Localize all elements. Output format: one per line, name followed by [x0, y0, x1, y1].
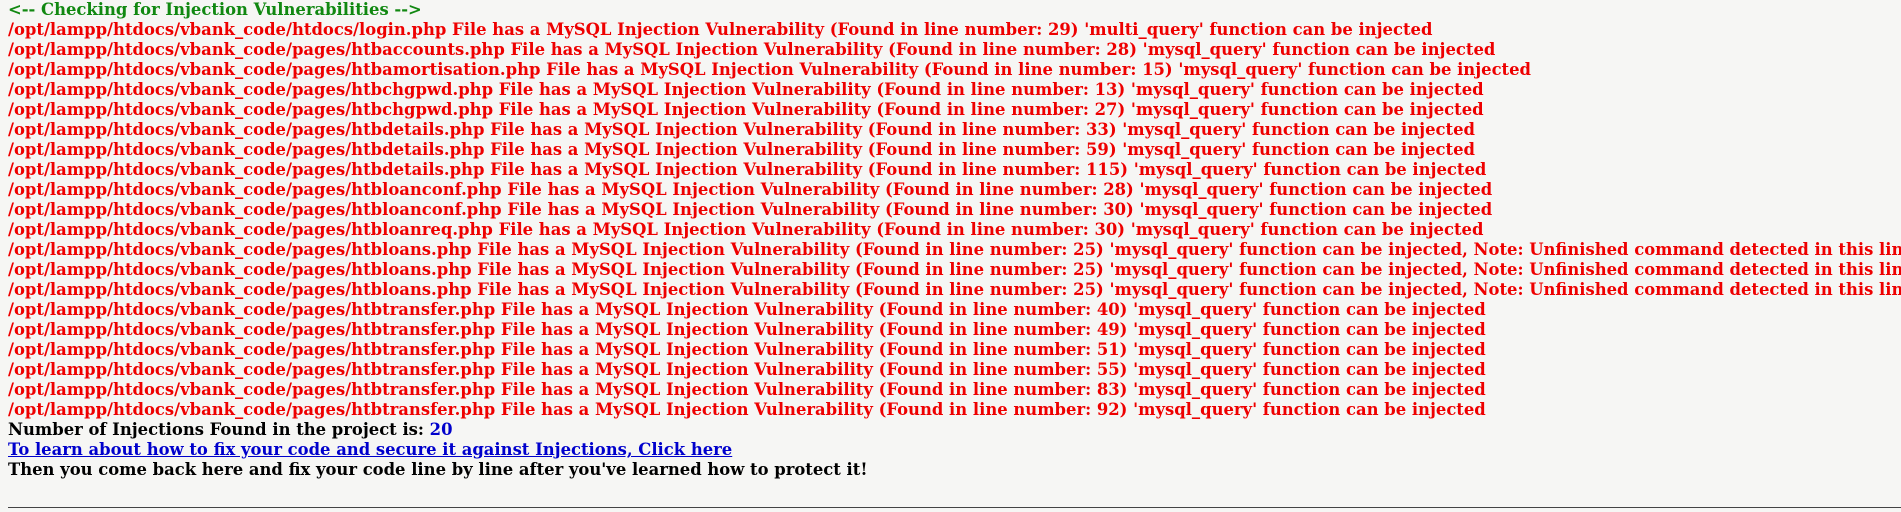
finding-line: /opt/lampp/htdocs/vbank_code/pages/htbtr… [8, 300, 1486, 319]
finding-line: /opt/lampp/htdocs/vbank_code/pages/htbtr… [8, 320, 1486, 339]
finding-line: /opt/lampp/htdocs/vbank_code/pages/htbde… [8, 120, 1475, 139]
horizontal-divider [8, 507, 1901, 508]
finding-line: /opt/lampp/htdocs/vbank_code/pages/htbam… [8, 60, 1532, 79]
finding-line: /opt/lampp/htdocs/vbank_code/pages/htblo… [8, 180, 1493, 199]
finding-line: /opt/lampp/htdocs/vbank_code/pages/htbtr… [8, 340, 1486, 359]
closing-message: Then you come back here and fix your cod… [8, 460, 868, 479]
learn-link-row: To learn about how to fix your code and … [8, 440, 1898, 460]
finding-line: /opt/lampp/htdocs/vbank_code/pages/htblo… [8, 240, 1901, 259]
injection-report: <-- Checking for Injection Vulnerabiliti… [8, 0, 1901, 480]
finding-line: /opt/lampp/htdocs/vbank_code/pages/htblo… [8, 220, 1484, 239]
report-header: <-- Checking for Injection Vulnerabiliti… [8, 0, 422, 19]
finding-line: /opt/lampp/htdocs/vbank_code/pages/htbde… [8, 160, 1487, 179]
finding-line: /opt/lampp/htdocs/vbank_code/pages/htbac… [8, 40, 1496, 59]
finding-line: /opt/lampp/htdocs/vbank_code/pages/htblo… [8, 260, 1901, 279]
finding-line: /opt/lampp/htdocs/vbank_code/pages/htbtr… [8, 400, 1486, 419]
learn-how-to-fix-link[interactable]: To learn about how to fix your code and … [8, 440, 732, 459]
finding-line: /opt/lampp/htdocs/vbank_code/pages/htbde… [8, 140, 1475, 159]
injection-count: 20 [429, 420, 453, 439]
finding-line: /opt/lampp/htdocs/vbank_code/pages/htbtr… [8, 360, 1486, 379]
finding-line: /opt/lampp/htdocs/vbank_code/pages/htblo… [8, 200, 1493, 219]
summary-label: Number of Injections Found in the projec… [8, 420, 430, 439]
finding-line: /opt/lampp/htdocs/vbank_code/htdocs/logi… [8, 20, 1433, 39]
findings-list: /opt/lampp/htdocs/vbank_code/htdocs/logi… [8, 20, 1901, 420]
finding-line: /opt/lampp/htdocs/vbank_code/pages/htbch… [8, 80, 1484, 99]
finding-line: /opt/lampp/htdocs/vbank_code/pages/htbch… [8, 100, 1484, 119]
injection-summary: Number of Injections Found in the projec… [8, 420, 1898, 440]
finding-line: /opt/lampp/htdocs/vbank_code/pages/htblo… [8, 280, 1901, 299]
finding-line: /opt/lampp/htdocs/vbank_code/pages/htbtr… [8, 380, 1486, 399]
